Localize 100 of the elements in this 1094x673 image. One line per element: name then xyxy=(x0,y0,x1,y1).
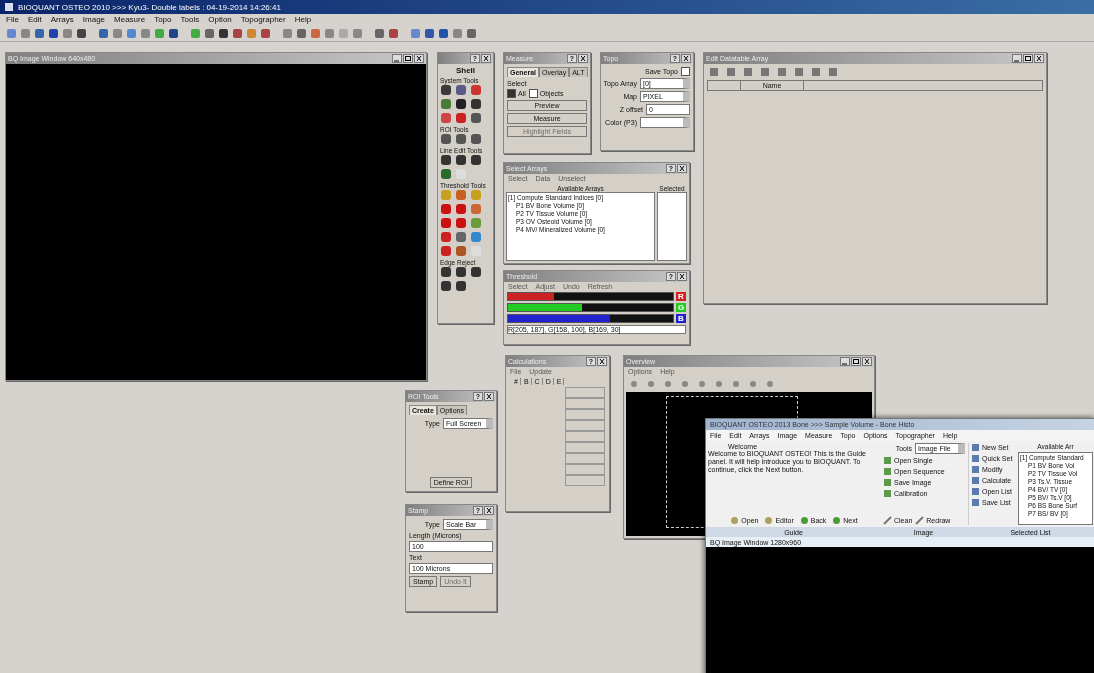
menu-item[interactable]: Image xyxy=(82,15,106,24)
tool-icon[interactable] xyxy=(455,280,467,292)
toolbar-icon[interactable] xyxy=(98,27,109,39)
table-tool-icon[interactable] xyxy=(742,66,754,78)
toolbar-icon[interactable] xyxy=(168,27,179,39)
table-tool-icon[interactable] xyxy=(810,66,822,78)
threshold-slider[interactable] xyxy=(507,314,674,323)
tool-icon[interactable] xyxy=(440,280,452,292)
minimize-button[interactable] xyxy=(392,54,402,63)
nav-icon[interactable] xyxy=(679,378,691,390)
menu-item[interactable]: Tools xyxy=(180,15,200,24)
table-tool-icon[interactable] xyxy=(776,66,788,78)
dropdown[interactable] xyxy=(640,117,690,128)
channel-label: R xyxy=(676,292,686,301)
table-tool-icon[interactable] xyxy=(725,66,737,78)
input-field[interactable] xyxy=(565,442,605,453)
tool-icon[interactable] xyxy=(440,266,452,278)
input-field[interactable] xyxy=(565,453,605,464)
tool-icon[interactable] xyxy=(470,266,482,278)
menu-item[interactable]: Option xyxy=(208,15,232,24)
tool-icon[interactable] xyxy=(440,133,452,145)
minimize-button[interactable] xyxy=(1012,54,1022,63)
menu-item[interactable]: Edit xyxy=(27,15,42,24)
button-icon xyxy=(799,516,809,525)
menu-item[interactable]: File xyxy=(6,15,19,24)
toolbar-icon[interactable] xyxy=(34,27,45,39)
toolbar-icon[interactable] xyxy=(296,27,307,39)
toolbar-icon[interactable] xyxy=(204,27,215,39)
toolbar-icon[interactable] xyxy=(48,27,59,39)
input-field[interactable] xyxy=(565,398,605,409)
close-button[interactable] xyxy=(677,272,687,281)
table-tool-icon[interactable] xyxy=(708,66,720,78)
close-button[interactable] xyxy=(1034,54,1044,63)
table-tool-icon[interactable] xyxy=(759,66,771,78)
toolbar-icon[interactable] xyxy=(76,27,87,39)
nav-icon[interactable] xyxy=(645,378,657,390)
tool-icon[interactable] xyxy=(470,154,482,166)
nav-icon[interactable] xyxy=(747,378,759,390)
tool-icon[interactable] xyxy=(470,133,482,145)
threshold-slider[interactable] xyxy=(507,292,674,301)
tool-icon[interactable] xyxy=(470,98,482,110)
toolbar-icon[interactable] xyxy=(218,27,229,39)
selected-list xyxy=(657,192,687,261)
close-button[interactable] xyxy=(414,54,424,63)
toolbar-icon[interactable] xyxy=(260,27,271,39)
menu-item[interactable]: Topo xyxy=(154,15,172,24)
close-button[interactable] xyxy=(481,54,491,63)
maximize-button[interactable] xyxy=(1023,54,1033,63)
minimize-button[interactable] xyxy=(840,357,850,366)
input-field[interactable] xyxy=(565,420,605,431)
brush-icon xyxy=(915,516,925,525)
tool-icon[interactable] xyxy=(455,266,467,278)
tool-icon[interactable] xyxy=(470,112,482,124)
nav-icon[interactable] xyxy=(764,378,776,390)
tool-icon[interactable] xyxy=(455,133,467,145)
window-title: BIOQUANT OSTEO 2010 >>> Kyu3- Double labels : 04-19-2014 14:26:41 xyxy=(18,2,281,12)
nav-icon[interactable] xyxy=(696,378,708,390)
nav-icon[interactable] xyxy=(730,378,742,390)
toolbar-icon[interactable] xyxy=(374,27,385,39)
button-icon xyxy=(730,516,740,525)
button-icon xyxy=(764,516,774,525)
input-field[interactable] xyxy=(565,387,605,398)
toolbar-icon[interactable] xyxy=(232,27,243,39)
maximize-button[interactable] xyxy=(403,54,413,63)
channel-label: G xyxy=(676,303,686,312)
input-field[interactable] xyxy=(565,475,605,486)
toolbar-icon[interactable] xyxy=(466,27,477,39)
toolbar-icon[interactable] xyxy=(388,27,399,39)
close-button[interactable] xyxy=(597,357,607,366)
close-button[interactable] xyxy=(677,164,687,173)
tool-icon[interactable] xyxy=(440,154,452,166)
input-field[interactable] xyxy=(565,409,605,420)
brush-icon xyxy=(883,516,892,525)
threshold-slider[interactable] xyxy=(507,303,674,312)
close-button[interactable] xyxy=(578,54,588,63)
menu-item[interactable]: Topographer xyxy=(240,15,286,24)
menu-item[interactable]: Arrays xyxy=(50,15,74,24)
nav-icon[interactable] xyxy=(628,378,640,390)
close-button[interactable] xyxy=(862,357,872,366)
tool-icon[interactable] xyxy=(440,84,452,96)
palette-heading: Shell xyxy=(454,66,477,75)
maximize-button[interactable] xyxy=(851,357,861,366)
input-field[interactable] xyxy=(565,464,605,475)
app-icon xyxy=(4,2,14,12)
menu-item[interactable]: Measure xyxy=(114,15,146,24)
toolbar-icon[interactable] xyxy=(424,27,435,39)
nav-icon[interactable] xyxy=(662,378,674,390)
close-button[interactable] xyxy=(681,54,691,63)
input-field[interactable] xyxy=(565,431,605,442)
tool-icon[interactable] xyxy=(455,154,467,166)
channel-label: B xyxy=(676,314,686,323)
save-topo-checkbox[interactable] xyxy=(681,67,690,76)
close-button[interactable] xyxy=(484,392,494,401)
toolbar-icon[interactable] xyxy=(438,27,449,39)
close-button[interactable] xyxy=(484,506,494,515)
menu-item[interactable]: Help xyxy=(294,15,312,24)
table-tool-icon[interactable] xyxy=(793,66,805,78)
nav-icon[interactable] xyxy=(713,378,725,390)
table-tool-icon[interactable] xyxy=(827,66,839,78)
tool-icon[interactable] xyxy=(455,98,467,110)
